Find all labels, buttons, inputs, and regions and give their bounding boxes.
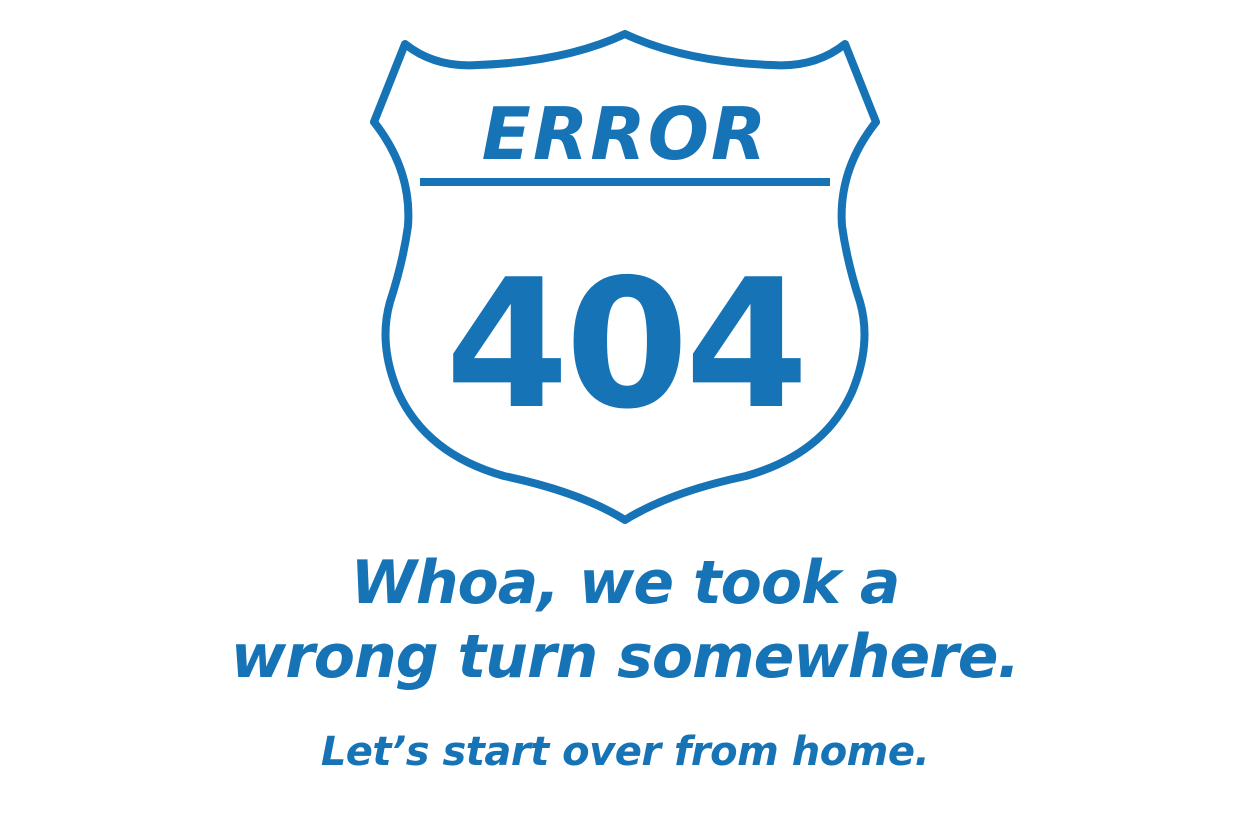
shield-error-label: ERROR [482,92,769,176]
route-shield-sign: ERROR 404 [360,30,890,530]
headline-line-2: wrong turn somewhere. [230,622,1020,692]
home-link-text[interactable]: Let’s start over from home. [0,726,1250,778]
headline-line-1: Whoa, we took a [350,548,901,618]
shield-icon: ERROR 404 [370,30,880,524]
shield-error-code: 404 [445,241,805,448]
